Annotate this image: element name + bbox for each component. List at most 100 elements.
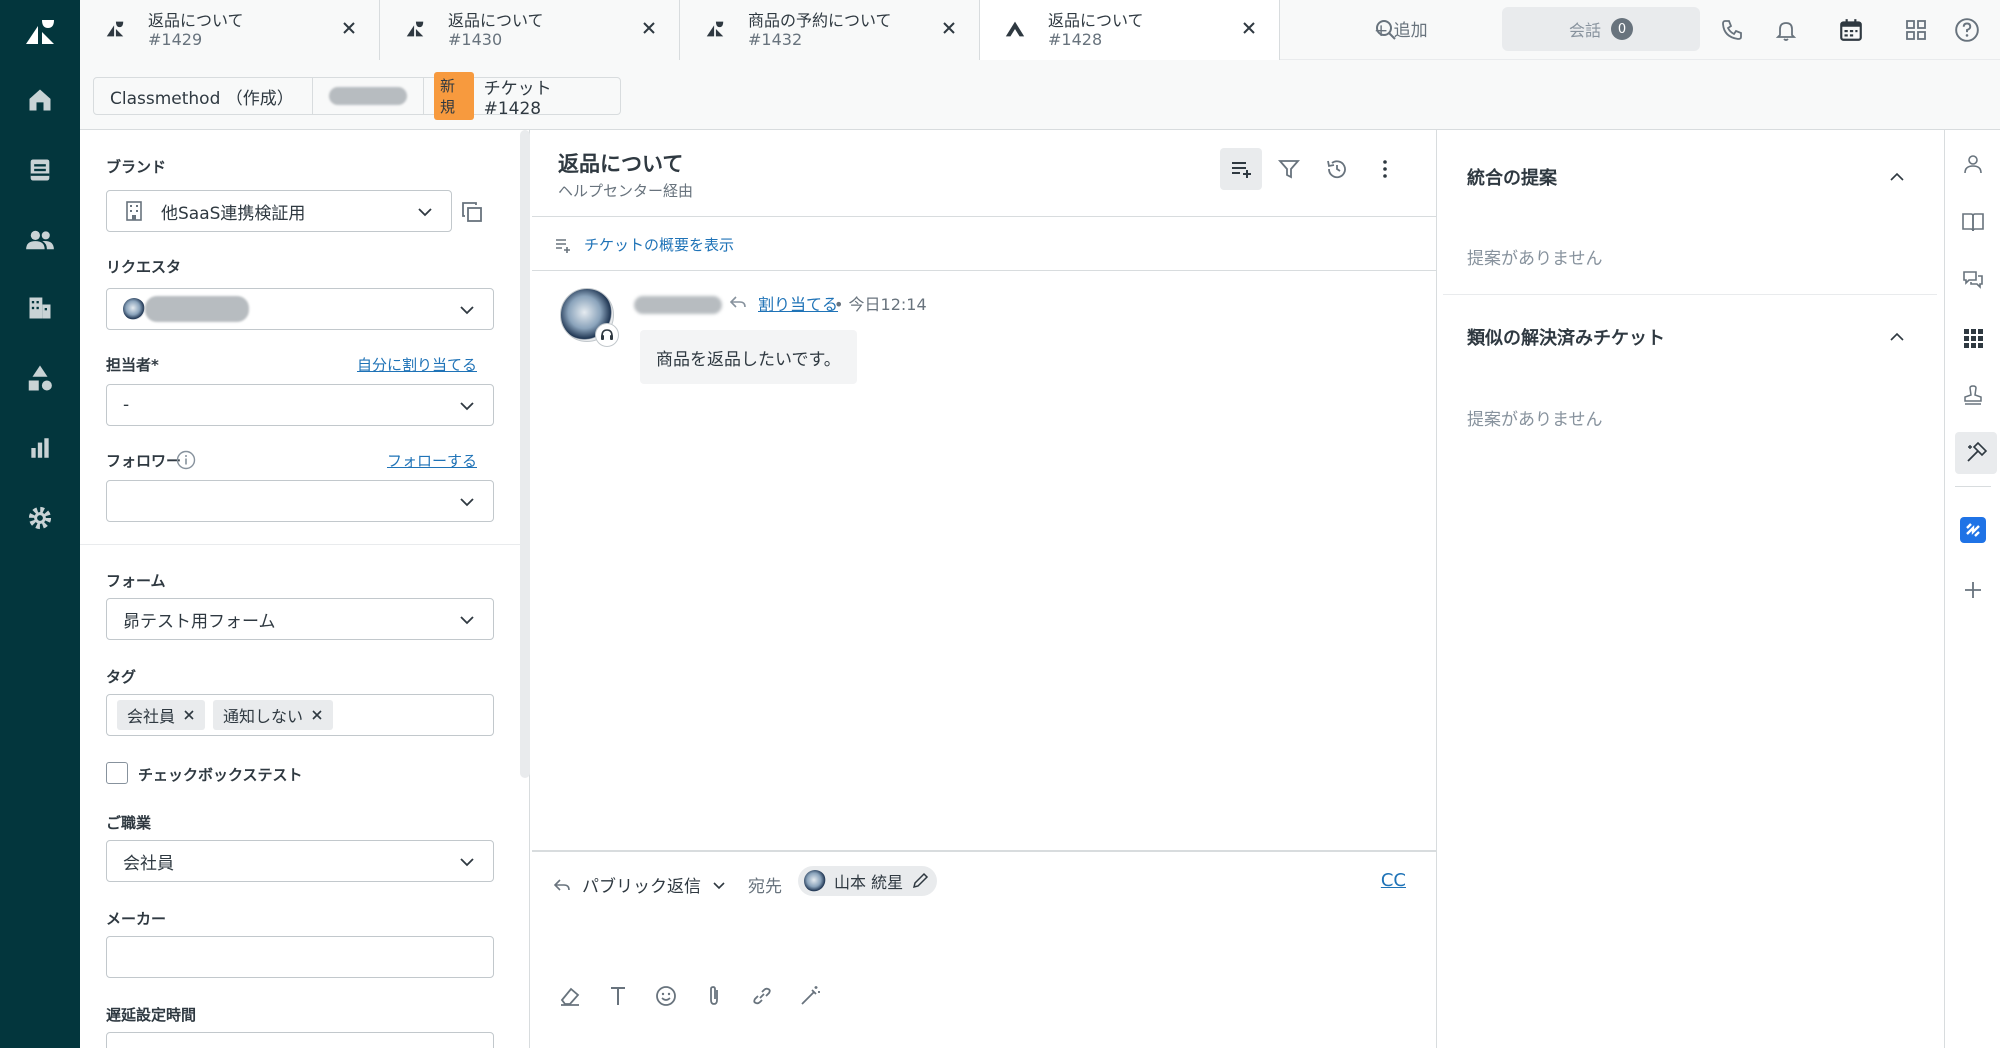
filter-icon[interactable] <box>1268 148 1310 190</box>
stamp-icon[interactable] <box>1957 380 1989 412</box>
copy-icon[interactable] <box>460 200 484 224</box>
form-select[interactable]: 昴テスト用フォーム <box>106 598 494 640</box>
building-icon <box>125 201 143 221</box>
message-time: • 今日12:14 <box>834 295 927 314</box>
attachment-icon[interactable] <box>700 982 728 1010</box>
assignee-label: 担当者* <box>106 356 159 374</box>
chevron-up-icon[interactable] <box>1886 326 1908 348</box>
recipient-pill[interactable]: 山本 統星 <box>798 866 938 896</box>
merge-suggestions-title: 統合の提案 <box>1467 168 1557 189</box>
delay-input[interactable] <box>106 1032 494 1048</box>
customer-context-icon[interactable] <box>1957 148 1989 180</box>
zendesk-logo-icon[interactable] <box>20 12 60 52</box>
to-label: 宛先 <box>748 877 782 897</box>
properties-scrollbar[interactable] <box>520 130 530 778</box>
organizations-icon[interactable] <box>22 290 58 326</box>
breadcrumb-requester[interactable] <box>312 77 424 115</box>
views-icon[interactable] <box>22 152 58 188</box>
integration-app-icon[interactable] <box>1957 514 1989 546</box>
remove-tag-icon[interactable] <box>183 709 195 721</box>
side-conversations-icon[interactable] <box>1957 264 1989 296</box>
close-tab-icon[interactable] <box>339 18 359 38</box>
brand-label: ブランド <box>106 158 167 176</box>
customers-icon[interactable] <box>22 222 58 258</box>
chevron-down-icon <box>711 877 727 893</box>
chevron-down-icon <box>457 396 477 416</box>
ticket-icon <box>104 18 126 40</box>
test-checkbox[interactable] <box>106 762 128 784</box>
ticket-summary-link[interactable]: チケットの概要を表示 <box>554 234 734 255</box>
help-icon[interactable] <box>1951 14 1983 46</box>
shapes-icon[interactable] <box>22 360 58 396</box>
conversation-view-icon[interactable] <box>1220 148 1262 190</box>
occupation-select[interactable]: 会社員 <box>106 840 494 882</box>
calendar-icon[interactable] <box>1835 14 1867 46</box>
tab-bar: 返品について #1429 返品について #1430 商品の予約について #143… <box>80 0 2000 61</box>
remove-tag-icon[interactable] <box>311 709 323 721</box>
assign-to-me-link[interactable]: 自分に割り当てる <box>357 354 477 375</box>
requester-avatar <box>123 298 145 320</box>
app-rail <box>1944 130 2000 1048</box>
chevron-down-icon <box>415 202 435 222</box>
ticket-tab[interactable]: 商品の予約について #1432 <box>680 0 980 60</box>
close-tab-icon[interactable] <box>639 18 659 38</box>
tags-input[interactable]: 会社員 通知しない <box>106 694 494 736</box>
redacted-name <box>329 87 407 105</box>
more-options-icon[interactable] <box>1364 148 1406 190</box>
close-tab-icon[interactable] <box>1239 18 1259 38</box>
close-tab-icon[interactable] <box>939 18 959 38</box>
ticket-icon <box>404 18 426 40</box>
tag-pill: 会社員 <box>117 700 206 730</box>
chevron-down-icon <box>457 300 477 320</box>
ticket-tab-active[interactable]: 返品について #1428 <box>980 0 1280 61</box>
magic-wand-icon[interactable] <box>796 982 824 1010</box>
search-icon[interactable] <box>1370 14 1402 46</box>
followers-select[interactable] <box>106 480 494 522</box>
phone-icon[interactable] <box>1716 14 1748 46</box>
eraser-icon[interactable] <box>556 982 584 1010</box>
apps-grid-icon[interactable] <box>1900 14 1932 46</box>
follow-link[interactable]: フォローする <box>387 450 477 471</box>
followers-label: フォロワー <box>106 452 182 470</box>
edit-pencil-icon[interactable] <box>911 872 929 890</box>
checkbox-label: チェックボックステスト <box>138 766 303 784</box>
emoji-icon[interactable] <box>652 982 680 1010</box>
add-app-icon[interactable] <box>1957 574 1989 606</box>
rail-divider <box>1955 486 1991 487</box>
message-bubble: 商品を返品したいです。 <box>640 330 857 384</box>
reply-arrow-icon <box>728 292 748 312</box>
merge-empty-text: 提案がありません <box>1467 249 1603 269</box>
headset-icon <box>595 323 619 347</box>
ticket-tab[interactable]: 返品について #1430 <box>380 0 680 60</box>
requester-label: リクエスタ <box>106 258 182 276</box>
breadcrumb-org[interactable]: Classmethod （作成） <box>93 77 313 115</box>
ticket-channel: ヘルプセンター経由 <box>558 182 694 200</box>
chevron-down-icon <box>457 492 477 512</box>
maker-input[interactable] <box>106 936 494 978</box>
info-icon[interactable] <box>176 450 196 470</box>
ticket-tab[interactable]: 返品について #1429 <box>80 0 380 60</box>
maker-label: メーカー <box>106 910 167 928</box>
home-icon[interactable] <box>22 82 58 118</box>
link-icon[interactable] <box>748 982 776 1010</box>
knowledge-book-icon[interactable] <box>1957 206 1989 238</box>
conversations-button[interactable]: 会話 0 <box>1502 7 1700 51</box>
text-format-icon[interactable] <box>604 982 632 1010</box>
brand-select[interactable]: 他SaaS連携検証用 <box>106 190 452 232</box>
requester-select[interactable] <box>106 288 494 330</box>
reply-type-select[interactable]: パブリック返信 <box>552 872 727 897</box>
assign-link[interactable]: 割り当てる <box>758 291 838 315</box>
admin-gear-icon[interactable] <box>22 500 58 536</box>
breadcrumb-ticket[interactable]: 新規 チケット #1428 <box>423 72 621 120</box>
recipient-avatar <box>804 870 826 892</box>
history-icon[interactable] <box>1316 148 1358 190</box>
notifications-bell-icon[interactable] <box>1770 14 1802 46</box>
cc-link[interactable]: CC <box>1381 870 1406 891</box>
apps-icon[interactable] <box>1957 322 1989 354</box>
chevron-up-icon[interactable] <box>1886 166 1908 188</box>
author-avatar[interactable] <box>560 288 619 347</box>
assignee-select[interactable]: - <box>106 384 494 426</box>
reporting-icon[interactable] <box>22 430 58 466</box>
status-badge: 新規 <box>434 72 474 120</box>
intelligence-icon[interactable] <box>1955 432 1997 474</box>
